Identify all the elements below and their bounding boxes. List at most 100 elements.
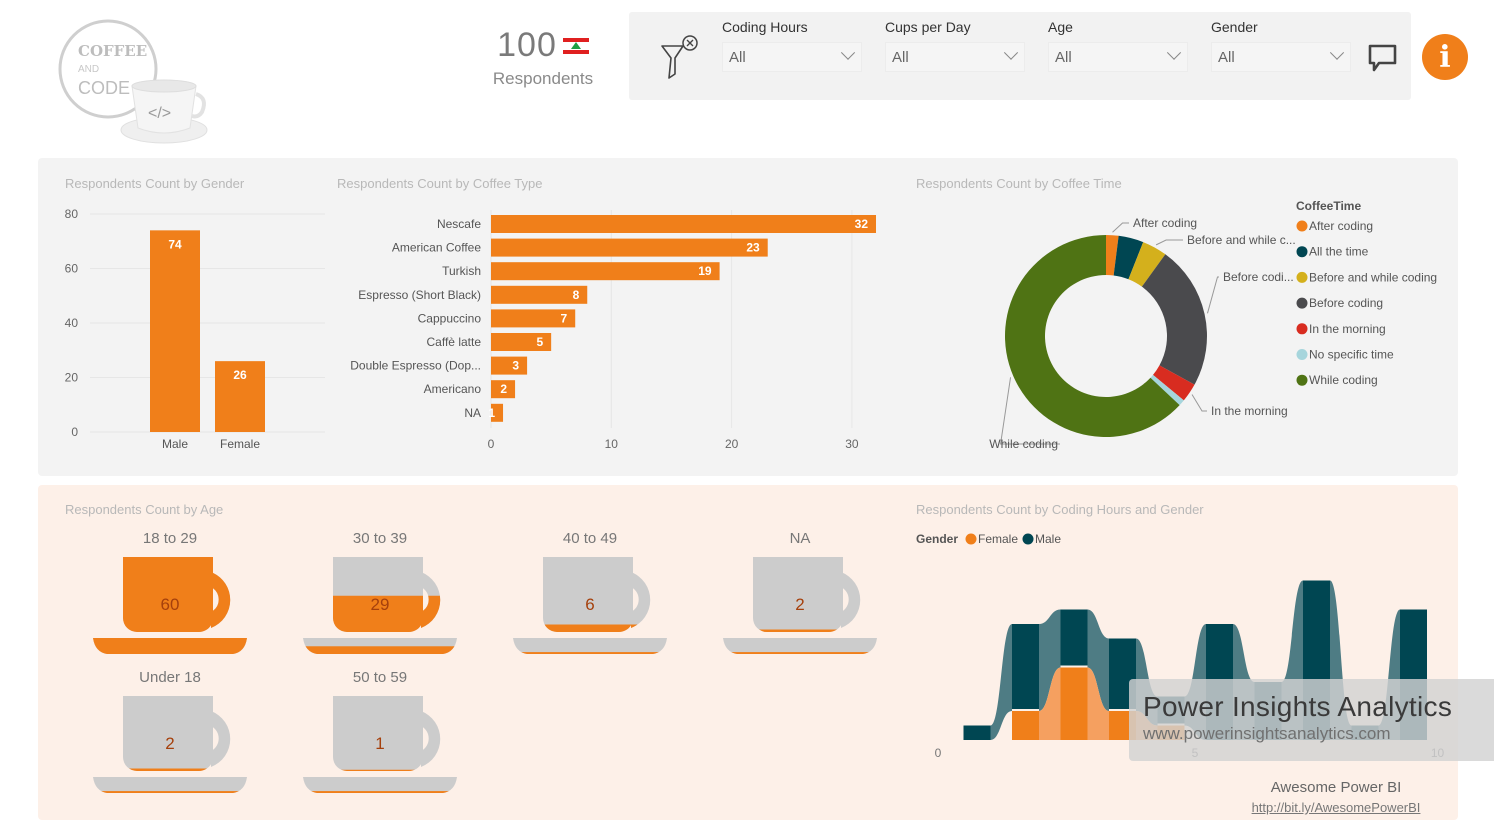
chevron-down-icon [1329,45,1345,60]
comment-button[interactable] [1367,43,1399,73]
legend-item-male: Male [1035,532,1061,546]
saucer-fill-level [303,646,457,654]
x-tick-label: 0 [935,746,942,760]
saucer [513,638,667,654]
slicer-value: All [1218,48,1235,66]
y-tick-label: Turkish [442,264,481,278]
age-cup-under-18: Under 18 2 [85,669,255,800]
legend-marker [1296,374,1308,386]
saucer-fill-level [303,791,457,793]
watermark-title: Power Insights Analytics [1143,691,1453,722]
age-cup-40-to-49: 40 to 49 6 [505,530,675,661]
y-tick-label: Double Espresso (Dop... [350,359,481,373]
x-tick-label: 30 [845,437,859,451]
female-column [1012,711,1039,740]
legend-title: Gender [916,532,958,546]
comment-icon [1368,44,1397,72]
female-column [1060,667,1088,740]
age-category-label: 40 to 49 [562,530,618,547]
gender-chart-title: Respondents Count by Gender [65,176,245,191]
cup-icon: 6 [513,557,667,654]
clear-filters-button[interactable] [659,34,701,80]
respondents-kpi-card: 100 Respondents [478,26,608,89]
male-ribbon-connector [990,624,1012,740]
age-count-label: 60 [161,595,180,614]
age-category-label: 50 to 59 [352,669,408,686]
awesome-powerbi-footer: Awesome Power BI http://bit.ly/AwesomePo… [1236,779,1436,816]
callout-label: Before and while c... [1187,233,1296,247]
gender-dropdown[interactable]: All [1211,42,1351,72]
callout-line [1155,239,1183,246]
lebanon-flag-icon [562,37,589,55]
info-button[interactable]: i [1422,34,1468,80]
respondents-count: 100 [497,26,557,64]
coffee-and-code-logo: COFFEE AND CODE </> [56,16,216,151]
callout-label: After coding [1133,216,1197,230]
cup-fill-level [543,624,651,632]
chevron-down-icon [1166,45,1182,60]
male-column [963,725,991,740]
x-tick-label: 10 [605,437,619,451]
age-chart-title: Respondents Count by Age [65,502,224,517]
data-label: 5 [536,335,543,349]
legend-item: All the time [1309,245,1369,259]
footer-link[interactable]: http://bit.ly/AwesomePowerBI [1252,800,1421,815]
cup-fill-level [123,768,231,771]
data-label: 2 [500,382,507,396]
coffee-type-chart-title: Respondents Count by Coffee Type [337,176,543,191]
cup-handle [421,711,441,767]
bar [491,356,528,375]
age-dropdown[interactable]: All [1048,42,1188,72]
coffee-type-bar-chart: 0 10 20 30 Nescafe 32 American Coffee 23 Turkish… [350,210,876,451]
bar-male [150,230,200,432]
footer-title: Awesome Power BI [1270,779,1402,796]
age-count-label: 1 [375,734,384,753]
age-category-label: Under 18 [139,669,201,686]
coffee-time-chart-title: Respondents Count by Coffee Time [916,176,1122,191]
legend-marker-female [965,533,977,545]
callout-line [1207,276,1219,314]
data-label: 1 [488,406,495,420]
cup-handle [211,711,231,767]
coding-hours-chart-title: Respondents Count by Coding Hours and Ge… [916,502,1204,517]
slicer-value: All [892,48,909,66]
age-category-label: NA [789,530,811,547]
slicer-coding-hours: Coding Hours All [722,18,862,72]
saucer [303,777,457,793]
cup-icon: 29 [303,557,457,654]
info-icon: i [1439,39,1451,75]
legend-item: After coding [1309,219,1373,233]
age-category-label: 30 to 39 [352,530,408,547]
filter-clear-icon [661,35,698,79]
bar [491,262,720,281]
legend-marker-male [1022,533,1034,545]
coding-hours-dropdown[interactable]: All [722,42,862,72]
logo-text-coffee: COFFEE [78,42,147,60]
data-label: 23 [746,241,760,255]
logo-text-code: CODE [78,78,130,98]
legend-title: CoffeeTime [1296,199,1361,213]
slicer-age: Age All [1048,18,1188,72]
age-count-label: 29 [371,595,390,614]
cup-fill-level [333,769,441,771]
filter-bar: Coding Hours All Cups per Day All Age Al… [629,12,1411,100]
age-count-label: 2 [795,595,804,614]
data-label: 3 [512,359,519,373]
slicer-label: Cups per Day [885,19,971,35]
cup-icon: 60 [93,557,247,654]
callout-label: While coding [989,437,1058,451]
male-column [1060,609,1088,666]
cups-per-day-dropdown[interactable]: All [885,42,1025,72]
donut-slice-before-coding [1141,254,1207,385]
age-cup-na: NA 2 [715,530,885,661]
x-tick-label: Female [220,437,260,451]
callout-label: In the morning [1211,404,1288,418]
bar [491,215,876,233]
y-tick-label: 60 [65,262,79,276]
data-label: 8 [573,288,580,302]
x-tick-label: 0 [488,437,495,451]
legend-marker [1296,349,1308,360]
gender-bar-chart: 0 20 40 60 80 74 Male 26 Female [65,207,325,451]
slicer-label: Age [1048,19,1073,35]
saucer [93,777,247,793]
